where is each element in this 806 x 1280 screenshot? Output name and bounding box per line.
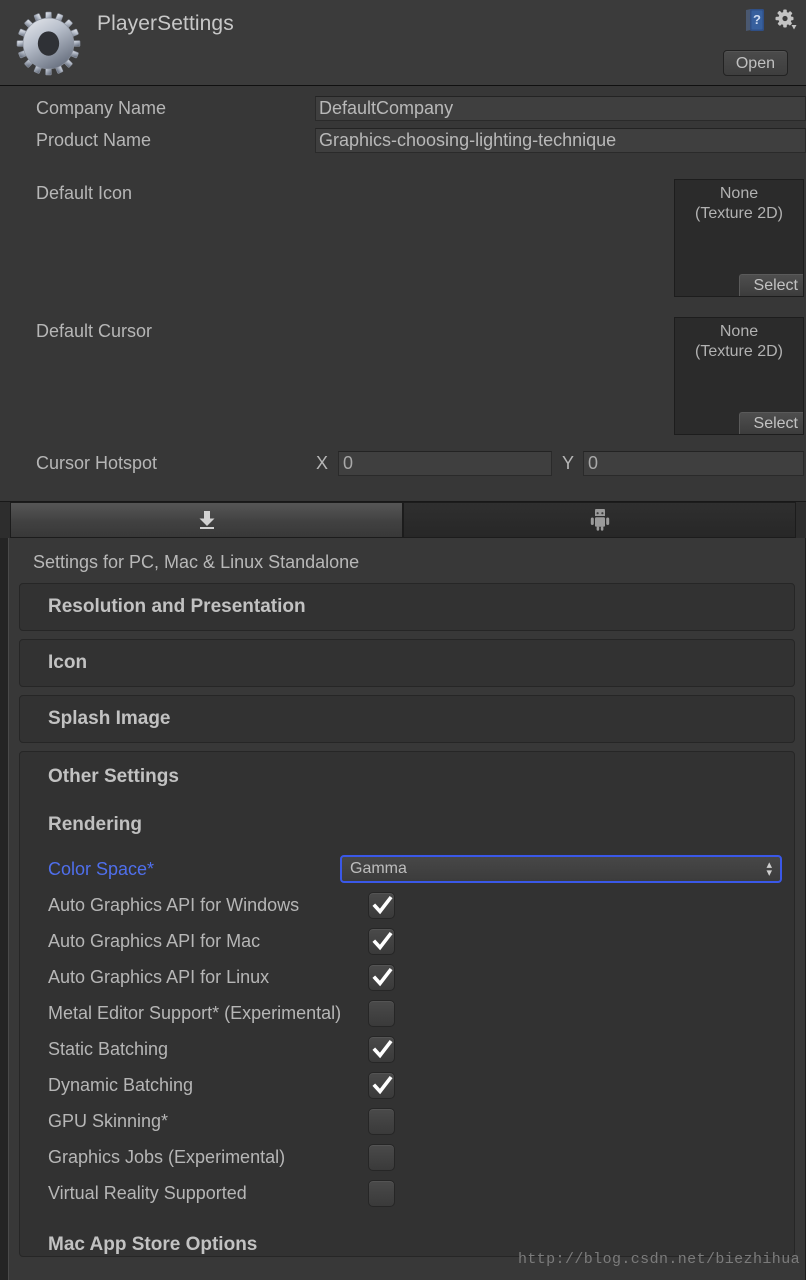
chevron-updown-icon: ▴ ▾	[766, 859, 772, 879]
toggle-label: Metal Editor Support* (Experimental)	[48, 1003, 342, 1023]
foldout-label: Splash Image	[48, 708, 171, 729]
row-auto-graphics-api-linux: Auto Graphics API for Linux	[20, 960, 794, 996]
help-book-icon[interactable]: ?	[744, 8, 766, 32]
foldout-other-settings[interactable]: Other Settings Rendering Color Space* Ga…	[19, 751, 795, 1257]
toggle-label: Graphics Jobs (Experimental)	[48, 1147, 286, 1167]
toggle-label: Virtual Reality Supported	[48, 1183, 247, 1203]
toggle-metal-editor-support[interactable]	[368, 1000, 395, 1027]
toggle-label: Auto Graphics API for Linux	[48, 967, 270, 987]
open-button[interactable]: Open	[722, 50, 788, 76]
svg-text:?: ?	[753, 12, 761, 27]
foldout-icon[interactable]: Icon	[19, 639, 795, 687]
product-name-input[interactable]: Graphics-choosing-lighting-technique	[315, 128, 806, 153]
toggle-gpu-skinning[interactable]	[368, 1108, 395, 1135]
product-name-row: Product Name Graphics-choosing-lighting-…	[0, 126, 806, 154]
company-name-input[interactable]: DefaultCompany	[315, 96, 806, 121]
default-cursor-label: Default Cursor	[36, 321, 153, 341]
settings-body: Settings for PC, Mac & Linux Standalone …	[0, 538, 806, 1280]
company-name-row: Company Name DefaultCompany	[0, 94, 806, 122]
hotspot-x-input[interactable]: 0	[338, 451, 552, 476]
player-settings-inspector: PlayerSettings ? Open Company Name Defau…	[0, 0, 806, 1280]
default-icon-value: None (Texture 2D)	[694, 185, 784, 222]
toggle-auto-graphics-api-windows[interactable]	[368, 892, 395, 919]
tab-android[interactable]	[403, 502, 796, 538]
header-icon-group: ?	[744, 8, 798, 32]
toggle-label: GPU Skinning*	[48, 1111, 169, 1131]
row-static-batching: Static Batching	[20, 1032, 794, 1068]
hotspot-y-label: Y	[562, 453, 575, 473]
tab-standalone[interactable]	[10, 502, 403, 538]
properties-section: Company Name DefaultCompany Product Name…	[0, 86, 806, 502]
product-name-label: Product Name	[36, 130, 152, 150]
toggle-graphics-jobs[interactable]	[368, 1144, 395, 1171]
android-robot-icon	[590, 509, 610, 531]
row-auto-graphics-api-windows: Auto Graphics API for Windows	[20, 888, 794, 924]
color-space-label: Color Space*	[48, 859, 155, 879]
gear-dropdown-icon[interactable]	[774, 8, 798, 32]
toggle-virtual-reality-supported[interactable]	[368, 1180, 395, 1207]
rendering-subheader: Rendering	[48, 814, 142, 835]
foldout-resolution-and-presentation[interactable]: Resolution and Presentation	[19, 583, 795, 631]
watermark-text: http://blog.csdn.net/biezhihua	[517, 1251, 800, 1268]
download-arrow-icon	[196, 509, 218, 531]
toggle-auto-graphics-api-mac[interactable]	[368, 928, 395, 955]
row-color-space: Color Space* Gamma ▴ ▾	[20, 852, 794, 888]
toggle-label: Dynamic Batching	[48, 1075, 194, 1095]
page-title: PlayerSettings	[97, 12, 234, 35]
row-gpu-skinning: GPU Skinning*	[20, 1104, 794, 1140]
foldout-label: Icon	[48, 652, 88, 673]
foldout-label: Resolution and Presentation	[48, 596, 306, 617]
inspector-header: PlayerSettings ? Open	[0, 0, 806, 86]
default-icon-select-button[interactable]: Select	[738, 274, 803, 296]
default-cursor-object-field[interactable]: None (Texture 2D) Select	[674, 317, 804, 435]
platform-tab-bar	[0, 502, 806, 538]
foldout-splash-image[interactable]: Splash Image	[19, 695, 795, 743]
row-dynamic-batching: Dynamic Batching	[20, 1068, 794, 1104]
color-space-value: Gamma	[350, 860, 407, 877]
toggle-static-batching[interactable]	[368, 1036, 395, 1063]
other-settings-header: Other Settings	[48, 766, 179, 787]
row-graphics-jobs: Graphics Jobs (Experimental)	[20, 1140, 794, 1176]
cursor-hotspot-label: Cursor Hotspot	[36, 453, 158, 473]
toggle-label: Auto Graphics API for Mac	[48, 931, 261, 951]
toggle-dynamic-batching[interactable]	[368, 1072, 395, 1099]
toggle-label: Auto Graphics API for Windows	[48, 895, 300, 915]
toggle-label: Static Batching	[48, 1039, 169, 1059]
default-cursor-value: None (Texture 2D)	[694, 323, 784, 360]
platform-settings-title: Settings for PC, Mac & Linux Standalone	[33, 552, 360, 572]
default-cursor-select-button[interactable]: Select	[738, 412, 803, 434]
default-cursor-row: Default Cursor None (Texture 2D) Select	[0, 317, 806, 437]
row-auto-graphics-api-mac: Auto Graphics API for Mac	[20, 924, 794, 960]
toggle-auto-graphics-api-linux[interactable]	[368, 964, 395, 991]
hotspot-y-input[interactable]: 0	[583, 451, 804, 476]
cursor-hotspot-row: Cursor Hotspot X 0 Y 0	[0, 449, 806, 477]
row-virtual-reality-supported: Virtual Reality Supported	[20, 1176, 794, 1212]
platform-settings-panel: Settings for PC, Mac & Linux Standalone …	[8, 538, 806, 1280]
hotspot-x-label: X	[316, 453, 329, 473]
default-icon-label: Default Icon	[36, 183, 133, 203]
color-space-dropdown[interactable]: Gamma ▴ ▾	[340, 855, 782, 883]
default-icon-object-field[interactable]: None (Texture 2D) Select	[674, 179, 804, 297]
gear-logo-icon	[16, 11, 81, 76]
company-name-label: Company Name	[36, 98, 167, 118]
default-icon-row: Default Icon None (Texture 2D) Select	[0, 179, 806, 299]
row-metal-editor-support: Metal Editor Support* (Experimental)	[20, 996, 794, 1032]
